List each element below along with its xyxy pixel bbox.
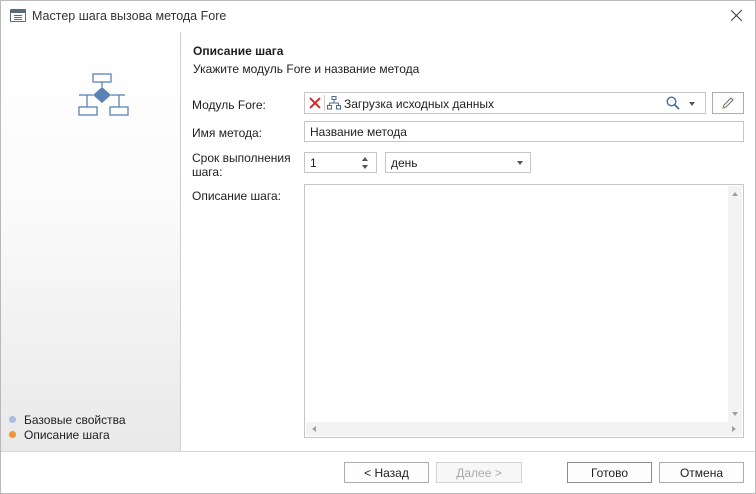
term-label-line2: шага: [192, 165, 223, 179]
term-unit-value: день [391, 156, 418, 170]
next-button[interactable]: Далее > [436, 462, 522, 483]
step-label: Описание шага [24, 427, 110, 442]
wizard-window: Мастер шага вызова метода Fore Базовые с… [0, 0, 756, 494]
search-icon[interactable] [666, 96, 680, 110]
flowchart-icon [78, 73, 129, 116]
finish-button[interactable]: Готово [567, 462, 652, 483]
wizard-content: Описание шага Укажите модуль Fore и назв… [182, 32, 755, 451]
vertical-scrollbar[interactable] [728, 186, 742, 422]
scroll-down-icon[interactable] [732, 412, 738, 416]
title-bar: Мастер шага вызова метода Fore [1, 1, 755, 32]
stepper-up-icon[interactable] [362, 157, 368, 161]
chevron-down-icon[interactable] [517, 161, 523, 165]
chevron-down-icon[interactable] [689, 102, 695, 106]
module-value: Загрузка исходных данных [344, 97, 494, 111]
step-current-dot-icon [9, 431, 16, 438]
scroll-left-icon[interactable] [312, 426, 316, 432]
page-title: Описание шага [193, 44, 284, 58]
horizontal-scrollbar[interactable] [306, 422, 742, 436]
field-separator [324, 95, 325, 111]
term-label-line1: Срок выполнения [192, 151, 291, 165]
window-title: Мастер шага вызова метода Fore [32, 9, 227, 23]
module-select[interactable]: Загрузка исходных данных [304, 92, 706, 114]
description-label: Описание шага: [192, 189, 281, 203]
step-done-dot-icon [9, 416, 16, 423]
back-button[interactable]: < Назад [344, 462, 429, 483]
pencil-icon [722, 97, 734, 109]
close-icon[interactable] [727, 6, 747, 26]
module-label: Модуль Fore: [192, 98, 266, 112]
method-name-input[interactable]: Название метода [304, 121, 744, 142]
wizard-footer: < Назад Далее > Готово Отмена [1, 451, 755, 493]
step-label: Базовые свойства [24, 412, 126, 427]
scroll-up-icon[interactable] [732, 192, 738, 196]
page-subtitle: Укажите модуль Fore и название метода [193, 62, 420, 76]
scroll-right-icon[interactable] [732, 426, 736, 432]
wizard-side-panel: Базовые свойства Описание шага [1, 32, 181, 451]
term-stepper[interactable]: 1 [304, 152, 377, 173]
description-textarea[interactable] [304, 184, 744, 438]
module-tree-icon [327, 96, 341, 110]
edit-module-button[interactable] [712, 92, 744, 114]
term-unit-select[interactable]: день [385, 152, 531, 173]
method-label: Имя метода: [192, 126, 263, 140]
stepper-down-icon[interactable] [362, 165, 368, 169]
clear-red-x-icon[interactable] [309, 97, 321, 109]
step-description[interactable]: Описание шага [9, 427, 126, 442]
wizard-steps: Базовые свойства Описание шага [9, 412, 126, 442]
wizard-window-icon [10, 9, 26, 22]
term-label: Срок выполнения шага: [192, 151, 291, 179]
cancel-button[interactable]: Отмена [659, 462, 744, 483]
step-base-properties[interactable]: Базовые свойства [9, 412, 126, 427]
method-value: Название метода [310, 125, 407, 139]
term-value: 1 [310, 156, 317, 170]
